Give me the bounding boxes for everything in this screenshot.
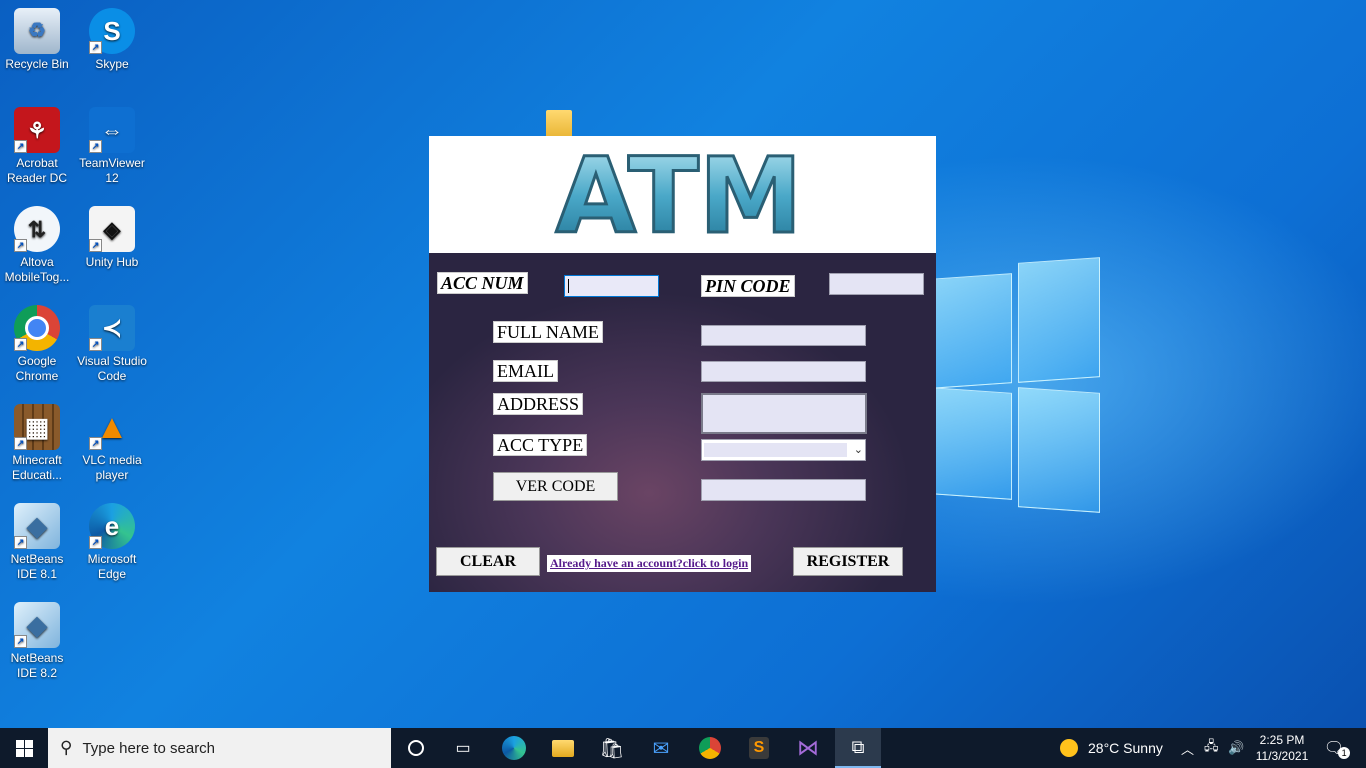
acc-type-label: ACC TYPE: [493, 434, 588, 456]
chrome-icon: ↗: [14, 305, 60, 351]
windows-start-icon: [15, 739, 33, 757]
ver-code-input[interactable]: [701, 479, 866, 501]
sun-icon: [1060, 739, 1078, 757]
store-icon: 🛍: [599, 737, 625, 760]
netbeans-icon: ◆ ↗: [14, 503, 60, 549]
unity-icon: ◈ ↗: [89, 206, 135, 252]
desktop-icon-unity-hub[interactable]: ◈ ↗ Unity Hub: [75, 206, 149, 270]
registration-form: ACC NUM PIN CODE FULL NAME EMAIL ADDRESS…: [429, 253, 936, 592]
netbeans-icon: ◆ ↗: [14, 602, 60, 648]
address-textarea[interactable]: [701, 393, 867, 434]
full-name-input[interactable]: [701, 325, 866, 346]
taskbar-store[interactable]: 🛍: [592, 728, 632, 768]
weather-widget[interactable]: 28°C Sunny: [1060, 728, 1163, 768]
acrobat-icon: ⚘ ↗: [14, 107, 60, 153]
desktop-icon-acrobat[interactable]: ⚘ ↗ Acrobat Reader DC: [0, 107, 74, 186]
edge-icon: e ↗: [89, 503, 135, 549]
ver-code-button[interactable]: VER CODE: [493, 472, 618, 501]
taskbar-file-explorer[interactable]: [543, 728, 583, 768]
vlc-icon: ▲ ↗: [89, 404, 135, 450]
email-input[interactable]: [701, 361, 866, 382]
chrome-icon: [699, 737, 721, 759]
desktop-icon-teamviewer[interactable]: ⇔ ↗ TeamViewer 12: [75, 107, 149, 186]
cortana-circle-icon: [408, 740, 424, 756]
desktop-icon-edge[interactable]: e ↗ Microsoft Edge: [75, 503, 149, 582]
search-icon: ⚲: [60, 738, 73, 757]
atm-registration-window: ATM ACC NUM PIN CODE FULL NAME EMAIL ADD…: [429, 136, 936, 592]
atm-banner: ATM: [429, 136, 936, 253]
acc-type-select[interactable]: ⌄: [701, 439, 866, 461]
taskbar-search-box[interactable]: ⚲ Type here to search: [48, 728, 391, 768]
full-name-label: FULL NAME: [493, 321, 603, 343]
vscode-icon: ≺ ↗: [89, 305, 135, 351]
windows-logo-wallpaper: [930, 257, 1100, 513]
file-explorer-icon: [552, 739, 574, 757]
clear-button[interactable]: CLEAR: [436, 547, 540, 576]
search-placeholder: Type here to search: [82, 739, 216, 757]
minecraft-icon: ▦ ↗: [14, 404, 60, 450]
mail-icon: ✉: [652, 737, 670, 760]
desktop-icon-vlc[interactable]: ▲ ↗ VLC media player: [75, 404, 149, 483]
address-label: ADDRESS: [493, 393, 584, 415]
clock[interactable]: 2:25 PM 11/3/2021: [1253, 728, 1311, 768]
weather-text: 28°C Sunny: [1088, 740, 1163, 756]
taskbar-java-app-active[interactable]: ⧉: [835, 728, 881, 768]
volume-tray[interactable]: 🔊: [1228, 728, 1244, 768]
start-button[interactable]: [0, 728, 48, 768]
time-text: 2:25 PM: [1259, 733, 1305, 747]
desktop-icon-skype[interactable]: S ↗ Skype: [75, 8, 149, 72]
task-view-button[interactable]: ▭: [443, 728, 483, 768]
desktop-icon-vscode[interactable]: ≺ ↗ Visual Studio Code: [75, 305, 149, 384]
visual-studio-icon: ⋈: [797, 735, 819, 760]
taskbar: ⚲ Type here to search ▭ 🛍 ✉ S ⋈ ⧉ 28°C S…: [0, 728, 1366, 768]
notification-center-button[interactable]: 🗨 1: [1322, 728, 1352, 768]
desktop-icon-minecraft[interactable]: ▦ ↗ Minecraft Educati...: [0, 404, 74, 483]
chevron-down-icon: ⌄: [853, 444, 863, 456]
altova-icon: ⇅ ↗: [14, 206, 60, 252]
chevron-up-icon: ︿: [1181, 741, 1195, 757]
edge-icon: [502, 736, 526, 760]
sublime-icon: S: [749, 737, 769, 759]
network-tray[interactable]: 🖧: [1204, 728, 1219, 768]
cortana-button[interactable]: [396, 728, 436, 768]
email-label: EMAIL: [493, 360, 558, 382]
atm-logo-text: ATM: [556, 144, 803, 244]
taskbar-edge[interactable]: [494, 728, 534, 768]
taskbar-sublime[interactable]: S: [739, 728, 779, 768]
pin-code-input[interactable]: [829, 273, 924, 295]
atm-logo: ATM: [554, 144, 804, 244]
desktop-icon-netbeans-8-2[interactable]: ◆ ↗ NetBeans IDE 8.2: [0, 602, 74, 681]
volume-icon: 🔊: [1228, 740, 1245, 755]
taskbar-visual-studio[interactable]: ⋈: [788, 728, 828, 768]
login-link[interactable]: Already have an account?click to login: [547, 555, 752, 572]
desktop-icon-netbeans-8-1[interactable]: ◆ ↗ NetBeans IDE 8.1: [0, 503, 74, 582]
task-view-icon: ▭: [455, 740, 471, 757]
desktop-icon-recycle-bin[interactable]: ♻ Recycle Bin: [0, 8, 74, 72]
acc-num-input[interactable]: [564, 275, 659, 297]
teamviewer-icon: ⇔ ↗: [89, 107, 135, 153]
recycle-bin-icon: ♻: [14, 8, 60, 54]
acc-num-label: ACC NUM: [437, 272, 528, 294]
register-button[interactable]: REGISTER: [793, 547, 903, 576]
taskbar-mail[interactable]: ✉: [641, 728, 681, 768]
network-icon: 🖧: [1204, 738, 1219, 753]
date-text: 11/3/2021: [1255, 749, 1309, 763]
desktop-icon-altova[interactable]: ⇅ ↗ Altova MobileTog...: [0, 206, 74, 285]
desktop-icon-chrome[interactable]: ↗ Google Chrome: [0, 305, 74, 384]
skype-icon: S ↗: [89, 8, 135, 54]
java-app-icon: ⧉: [851, 736, 865, 757]
pin-code-label: PIN CODE: [701, 275, 795, 297]
taskbar-chrome[interactable]: [690, 728, 730, 768]
tray-overflow-button[interactable]: ︿: [1181, 728, 1194, 768]
notification-count-badge: 1: [1338, 747, 1351, 759]
